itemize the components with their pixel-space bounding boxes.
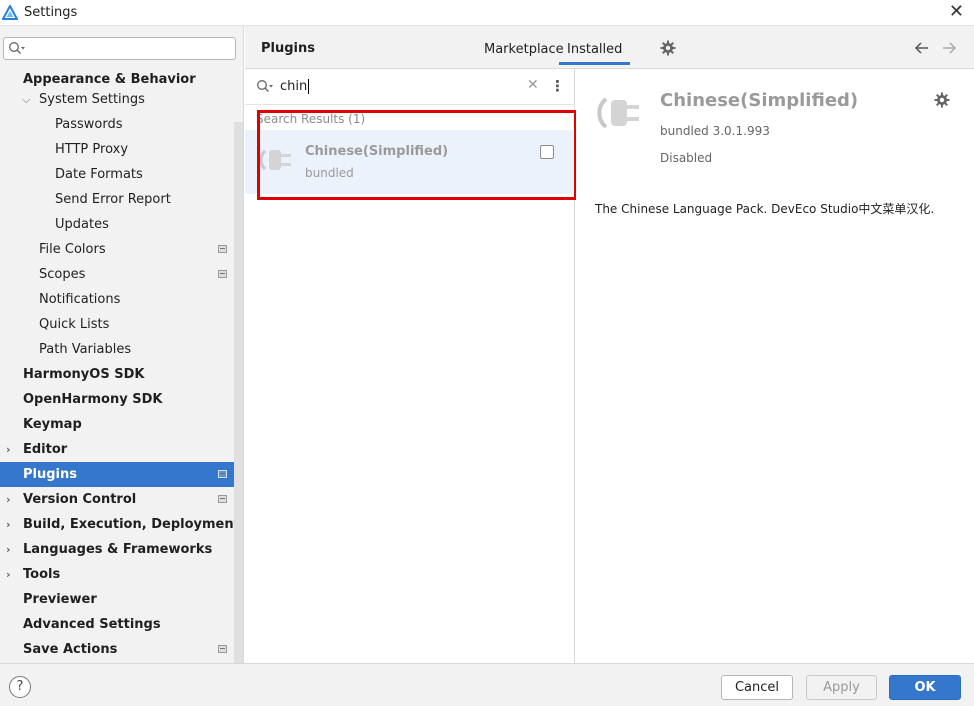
back-arrow-icon[interactable] [913,39,931,57]
sidebar-item-openharmony-sdk[interactable]: OpenHarmony SDK [0,387,243,412]
sidebar-item-keymap[interactable]: Keymap [0,412,243,437]
ok-button[interactable]: OK [889,675,961,700]
more-options-icon[interactable]: ⋮ [550,77,565,95]
sidebar-item-date-formats[interactable]: Date Formats [0,162,243,187]
sidebar-item-editor[interactable]: › Editor [0,437,243,462]
sidebar-item-path-variables[interactable]: Path Variables [0,337,243,362]
title-bar: Settings ✕ [0,0,974,26]
sidebar-item-label: Send Error Report [55,192,171,207]
project-settings-icon [218,645,227,653]
plugin-version: bundled 3.0.1.993 [660,124,770,138]
plugin-search-input[interactable]: chin [280,79,310,94]
gear-icon[interactable] [659,39,677,57]
sidebar-item-save-actions[interactable]: Save Actions [0,637,243,662]
plugin-status: Disabled [660,151,713,165]
sidebar-item-http-proxy[interactable]: HTTP Proxy [0,137,243,162]
window-title: Settings [24,5,78,20]
sidebar-item-label: Plugins [23,467,77,482]
settings-sidebar: Appearance & Behavior ⌵ System Settings … [0,26,244,663]
sidebar-item-label: HTTP Proxy [55,142,129,157]
apply-button[interactable]: Apply [806,675,877,700]
page-title: Plugins [261,41,315,56]
sidebar-item-label: HarmonyOS SDK [23,367,145,382]
sidebar-item-label: Advanced Settings [23,617,161,632]
plugin-detail-pane: Chinese(Simplified) bundled 3.0.1.993 Di… [576,69,974,663]
sidebar-item-tools[interactable]: › Tools [0,562,243,587]
forward-arrow-icon[interactable] [940,39,958,57]
sidebar-item-advanced-settings[interactable]: Advanced Settings [0,612,243,637]
sidebar-item-version-control[interactable]: › Version Control [0,487,243,512]
sidebar-item-label: Keymap [23,417,82,432]
sidebar-item-notifications[interactable]: Notifications [0,287,243,312]
project-settings-icon [218,495,227,503]
sidebar-item-label: Editor [23,442,68,457]
sidebar-item-label: Languages & Frameworks [23,542,213,557]
sidebar-item-harmonyos-sdk[interactable]: HarmonyOS SDK [0,362,243,387]
plugin-list-pane: chin ✕ ⋮ Search Results (1) Chinese(Simp… [245,69,575,663]
search-icon [9,42,25,54]
clear-search-icon[interactable]: ✕ [527,77,539,93]
settings-search-box[interactable] [3,37,236,60]
sidebar-item-plugins[interactable]: Plugins [0,462,243,487]
sidebar-item-label: Save Actions [23,642,118,657]
sidebar-item-quick-lists[interactable]: Quick Lists [0,312,243,337]
help-icon[interactable]: ? [9,676,31,698]
chevron-right-icon[interactable]: › [6,562,11,587]
dialog-footer: ? Cancel Apply OK [0,663,974,706]
plugin-description: The Chinese Language Pack. DevEco Studio… [595,202,935,216]
chevron-right-icon[interactable]: › [6,537,11,562]
gear-icon[interactable] [933,91,951,109]
sidebar-item-label: Date Formats [55,167,143,182]
tab-installed[interactable]: Installed [558,42,631,65]
plugin-enable-checkbox[interactable] [540,145,554,159]
sidebar-item-label: Previewer [23,592,97,607]
sidebar-item-previewer[interactable]: Previewer [0,587,243,612]
sidebar-item-label: Tools [23,567,61,582]
plugin-source: bundled [305,166,354,180]
search-results-label: Search Results (1) [256,112,366,126]
plugin-search-box[interactable]: chin ✕ ⋮ [245,69,575,105]
chevron-right-icon[interactable]: › [6,487,11,512]
sidebar-item-label: Notifications [39,292,121,307]
sidebar-item-label: Quick Lists [39,317,110,332]
close-icon[interactable]: ✕ [949,2,964,22]
sidebar-item-scopes[interactable]: Scopes [0,262,243,287]
sidebar-scrollbar[interactable] [234,122,243,663]
chevron-down-icon[interactable]: ⌵ [22,87,30,112]
chevron-right-icon[interactable]: › [6,512,11,537]
sidebar-item-label: File Colors [39,242,106,257]
sidebar-item-languages-frameworks[interactable]: › Languages & Frameworks [0,537,243,562]
project-settings-icon [218,245,227,253]
plugin-name: Chinese(Simplified) [305,144,449,159]
sidebar-item-label: System Settings [39,92,145,107]
plugin-plug-icon [259,149,291,171]
plugin-list-item[interactable]: Chinese(Simplified) bundled [245,130,575,194]
sidebar-item-label: OpenHarmony SDK [23,392,163,407]
chevron-right-icon[interactable]: › [6,437,11,462]
tab-marketplace[interactable]: Marketplace [484,42,564,57]
sidebar-item-label: Scopes [39,267,86,282]
sidebar-item-label: Version Control [23,492,137,507]
plugin-detail-name: Chinese(Simplified) [660,90,859,111]
project-settings-icon [218,470,227,478]
sidebar-item-label: Updates [55,217,109,232]
settings-search-input[interactable] [28,40,228,57]
sidebar-item-label: Path Variables [39,342,132,357]
cancel-button[interactable]: Cancel [721,675,793,700]
search-icon [257,80,273,92]
sidebar-item-system-settings[interactable]: ⌵ System Settings [0,87,243,112]
sidebar-item-file-colors[interactable]: File Colors [0,237,243,262]
sidebar-item-passwords[interactable]: Passwords [0,112,243,137]
sidebar-item-updates[interactable]: Updates [0,212,243,237]
sidebar-item-send-error-report[interactable]: Send Error Report [0,187,243,212]
sidebar-item-label: Passwords [55,117,123,132]
deveco-logo-icon [2,5,18,20]
sidebar-item-label: Appearance & Behavior [23,72,196,87]
plugin-plug-icon [597,97,639,129]
project-settings-icon [218,270,227,278]
plugins-header: Plugins Marketplace Installed [245,26,974,69]
sidebar-item-build-execution-deployment[interactable]: › Build, Execution, Deployment [0,512,243,537]
sidebar-item-label: Build, Execution, Deployment [23,517,240,532]
